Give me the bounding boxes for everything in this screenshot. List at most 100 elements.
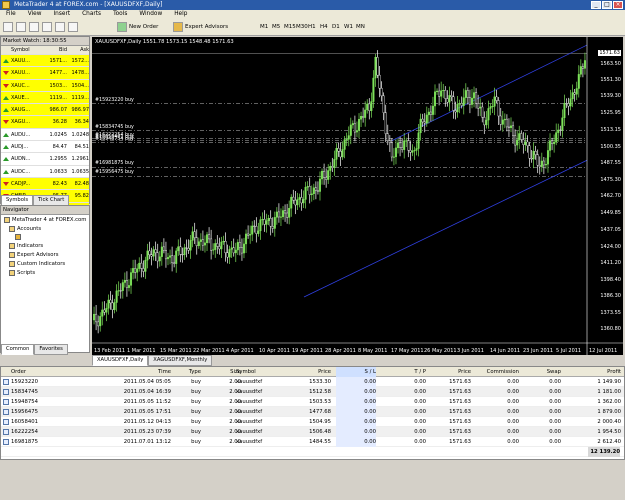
candle-body — [173, 262, 176, 264]
col-header-tp[interactable]: T / P — [386, 367, 426, 377]
navigator-root[interactable]: MetaTrader 4 at FOREX.com — [4, 216, 86, 224]
market-watch-row[interactable]: CADJP... 82.43 82.48 — [1, 177, 89, 191]
market-watch-row[interactable]: XAUU... 1477... 1478... — [1, 67, 89, 80]
navigator-tabs: Common Favorites — [1, 344, 68, 355]
col-header-profit[interactable]: Profit — [571, 367, 621, 377]
candle-body — [210, 238, 213, 251]
timeframe-m30[interactable]: M30 — [296, 22, 308, 33]
market-watch-row[interactable]: AUDU... 1.0245 1.0248 — [1, 129, 89, 142]
new-order-button[interactable]: New Order — [129, 22, 158, 33]
col-header-swap[interactable]: Swap — [521, 367, 561, 377]
timeframe-mn[interactable]: MN — [356, 22, 365, 33]
market-watch-row[interactable]: XAGU... 36.28 36.34 — [1, 116, 89, 129]
candle-body — [121, 282, 124, 291]
new-chart-icon[interactable] — [3, 22, 13, 32]
col-header-price[interactable]: Price — [281, 367, 331, 377]
candle-body — [279, 216, 282, 218]
timeframe-m1[interactable]: M1 — [260, 22, 268, 33]
candle-body — [581, 66, 584, 69]
navigator-icon[interactable] — [42, 22, 52, 32]
col-bid[interactable]: Bid — [45, 46, 67, 55]
order-icon — [3, 399, 9, 405]
order-row[interactable]: 15956475 2011.05.05 17:51 buy 2.00 xauusdfxf… — [1, 407, 624, 417]
market-watch-row[interactable]: XAUU... 1571... 1572... — [1, 55, 89, 68]
col-header-sl[interactable]: S / L — [336, 367, 376, 377]
candle-body — [327, 170, 330, 180]
tester-icon[interactable] — [68, 22, 78, 32]
expert-advisors-icon[interactable] — [173, 22, 183, 32]
timeframe-d1[interactable]: D1 — [332, 22, 340, 33]
terminal-icon[interactable] — [55, 22, 65, 32]
market-watch-symbol: AUDU... — [11, 131, 31, 138]
orders-table-body: 15923220 2011.05.04 05:05 buy 2.00 xauusdfxf… — [1, 377, 624, 447]
chart-title: XAUUSDFXF,Daily 1551.78 1573.15 1548.48 … — [95, 39, 234, 45]
market-watch-row[interactable]: XAUG... 986.07 986.97 — [1, 104, 90, 117]
timeframe-h1[interactable]: H1 — [308, 22, 316, 33]
account-entry[interactable] — [15, 233, 23, 241]
candlestick-chart[interactable] — [92, 37, 623, 355]
menu-window[interactable]: Window — [133, 10, 168, 19]
close-button[interactable]: × — [613, 1, 623, 9]
timeframe-m15[interactable]: M15 — [284, 22, 296, 33]
market-watch-row[interactable]: XAUC... 1503... 1504... — [1, 79, 89, 92]
menu-insert[interactable]: Insert — [47, 10, 76, 19]
market-watch-row[interactable]: XAUE... 1119... 1119... — [1, 91, 89, 105]
timeframe-w1[interactable]: W1 — [344, 22, 353, 33]
price-tick-label: 1398.40 — [600, 277, 621, 284]
menu-file[interactable]: File — [0, 10, 22, 19]
navigator-expert-advisors[interactable]: Expert Advisors — [9, 251, 58, 259]
menu-tools[interactable]: Tools — [107, 10, 133, 19]
profiles-icon[interactable] — [16, 22, 26, 32]
order-order: 15923220 — [11, 379, 38, 385]
tab-common[interactable]: Common — [1, 344, 35, 355]
order-row[interactable]: 16981875 2011.07.01 13:12 buy 2.00 xauusdfxf… — [1, 437, 624, 447]
tab-chart-xagusd[interactable]: XAGUSDFXF,Monthly — [148, 355, 213, 366]
market-watch-bid: 1.0245 — [49, 131, 68, 138]
market-watch-ask: 986.97 — [71, 107, 90, 114]
order-row[interactable]: 15948754 2011.05.05 11:52 buy 2.00 xauusdfxf… — [1, 397, 624, 407]
order-row[interactable]: 16222254 2011.05.23 07:39 buy 2.00 xauusdfxf… — [1, 427, 624, 437]
toolbar: New Order Expert Advisors M1 M5 M15 M30 … — [0, 19, 625, 36]
market-watch-row[interactable]: AUDJ... 84.47 84.51 — [1, 141, 89, 154]
timeframe-h4[interactable]: H4 — [320, 22, 328, 33]
col-header-commission[interactable]: Commission — [471, 367, 519, 377]
candle-body — [138, 262, 141, 269]
price-chart[interactable]: XAUUSDFXF,Daily 1551.78 1573.15 1548.48 … — [92, 37, 623, 355]
new-order-icon[interactable] — [117, 22, 127, 32]
col-header-type[interactable]: Type — [171, 367, 201, 377]
menu-view[interactable]: View — [22, 10, 48, 19]
candle-body — [501, 119, 504, 125]
candle-body — [333, 159, 336, 168]
menu-help[interactable]: Help — [168, 10, 193, 19]
price-tick-label: 1487.55 — [600, 160, 621, 167]
order-line-label: #15956475 buy — [95, 170, 134, 176]
market-watch-row[interactable]: AUDN... 1.2955 1.2961 — [1, 153, 89, 166]
navigator-custom-indicators[interactable]: Custom Indicators — [9, 260, 65, 268]
col-header-time[interactable]: Time — [101, 367, 171, 377]
market-watch-icon[interactable] — [29, 22, 39, 32]
order-row[interactable]: 16058401 2011.05.12 04:13 buy 2.00 xauusdfxf… — [1, 417, 624, 427]
col-header-symbol[interactable]: Symbol — [236, 367, 281, 377]
menu-charts[interactable]: Charts — [76, 10, 107, 19]
date-tick-label: 26 May 2011 — [424, 348, 457, 354]
tab-chart-xauusd[interactable]: XAUUSDFXF,Daily — [92, 355, 149, 366]
expert-advisors-button[interactable]: Expert Advisors — [185, 22, 228, 33]
col-symbol[interactable]: Symbol — [11, 46, 45, 55]
order-row[interactable]: 15834745 2011.05.04 16:39 buy 2.00 xauusdfxf… — [1, 387, 624, 397]
minimize-button[interactable]: _ — [591, 1, 601, 9]
maximize-button[interactable]: □ — [602, 1, 612, 9]
market-watch-row[interactable]: AUDC... 1.0633 1.0635 — [1, 166, 89, 178]
col-header-price[interactable]: Price — [431, 367, 471, 377]
candle-body — [191, 231, 194, 241]
order-time: 2011.05.04 05:05 — [123, 379, 171, 385]
timeframe-m5[interactable]: M5 — [272, 22, 280, 33]
order-row[interactable]: 15923220 2011.05.04 05:05 buy 2.00 xauusdfxf… — [1, 377, 624, 387]
col-header-order[interactable]: Order — [11, 367, 71, 377]
arrow-down-icon — [3, 83, 9, 88]
order-type: buy — [191, 389, 201, 395]
navigator-accounts[interactable]: Accounts — [9, 225, 41, 233]
col-ask[interactable]: Ask — [67, 46, 89, 55]
tab-favorites[interactable]: Favorites — [34, 344, 68, 355]
navigator-indicators[interactable]: Indicators — [9, 242, 43, 250]
navigator-scripts[interactable]: Scripts — [9, 269, 35, 277]
